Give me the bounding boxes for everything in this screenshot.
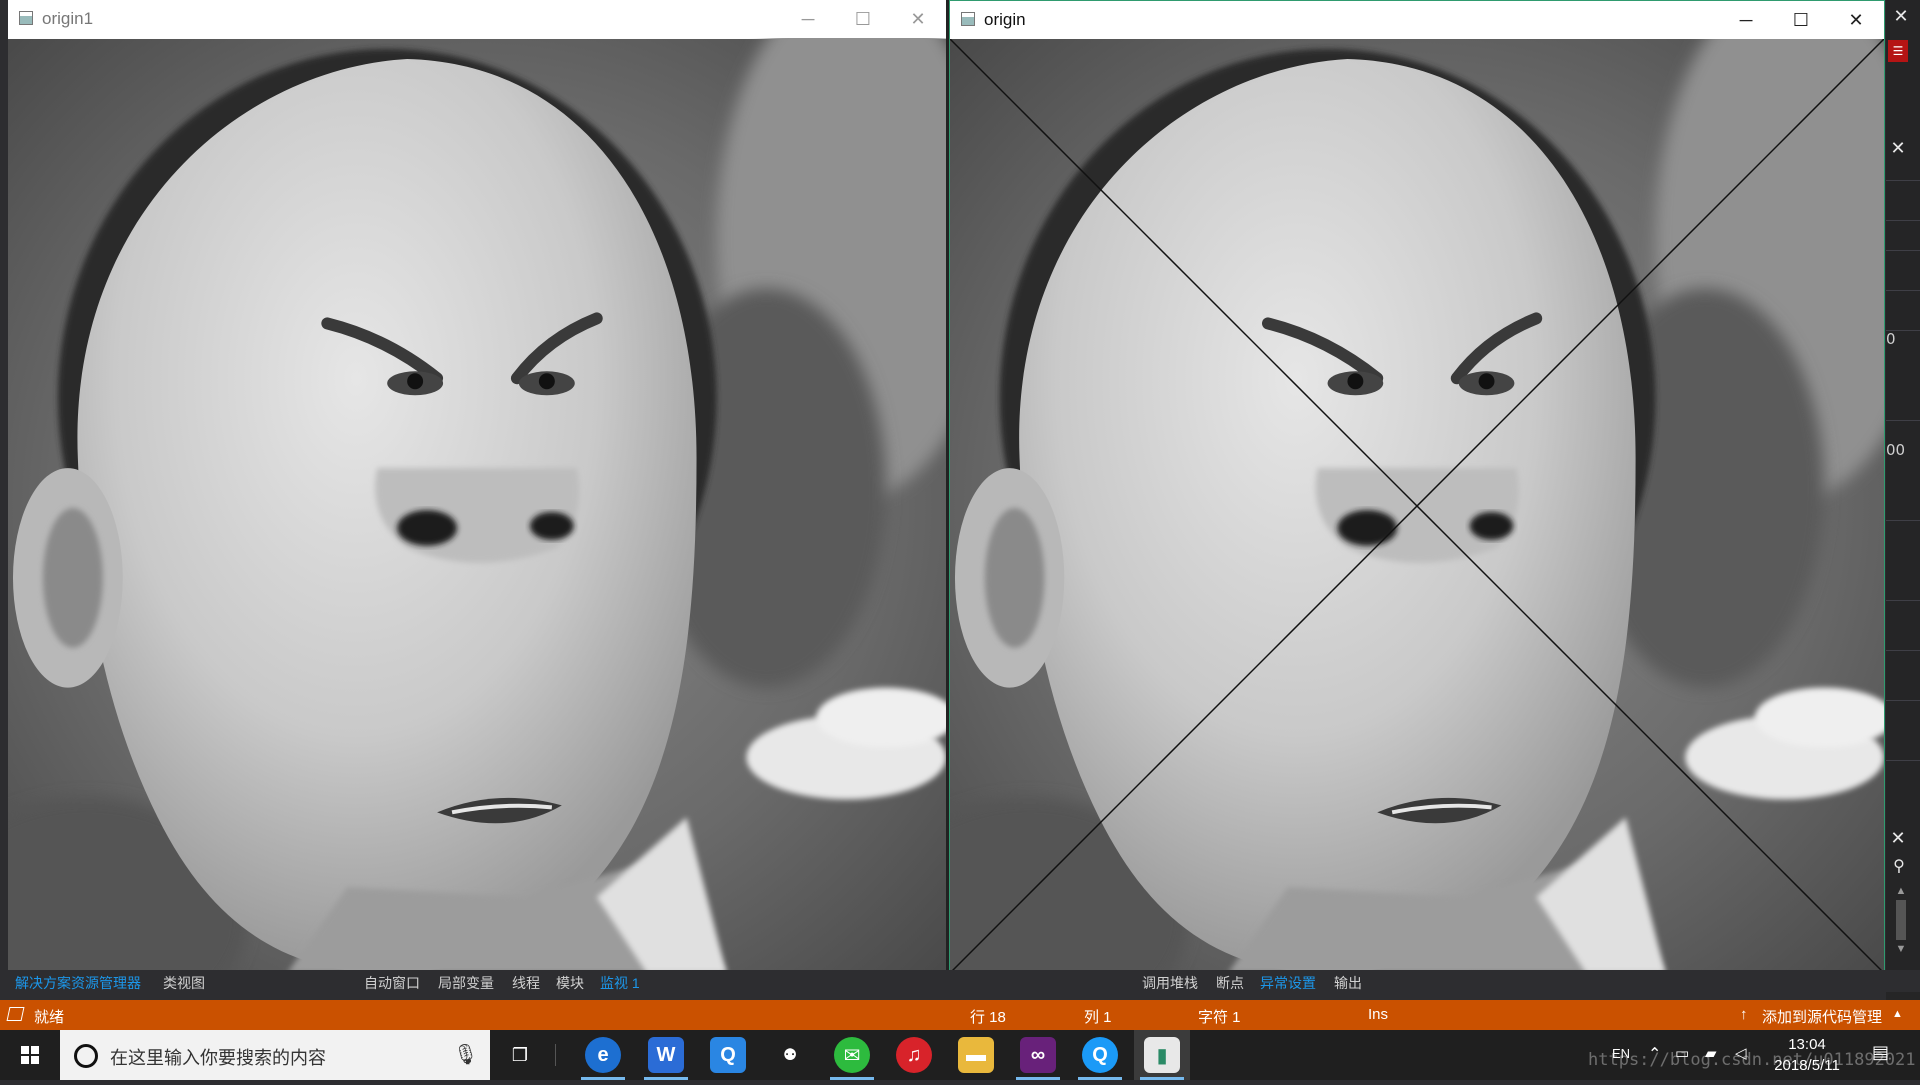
tab-output[interactable]: 输出 [1334,973,1362,993]
qq-icon[interactable]: Q [1082,1037,1118,1073]
task-view-icon[interactable]: ❐ [502,1037,538,1073]
window-title: origin [984,10,1026,29]
wechat-icon[interactable]: ✉ [834,1037,870,1073]
maximize-icon[interactable]: ☐ [1778,5,1824,35]
status-char: 字符 1 [1198,1009,1241,1026]
wps-writer-icon[interactable]: W [648,1037,684,1073]
menu-icon[interactable]: ☰ [1888,40,1908,62]
close-icon[interactable]: ✕ [895,4,941,34]
start-button[interactable] [0,1030,60,1080]
status-text: 就绪 [34,1009,65,1026]
window-titlebar[interactable]: origin ─ ☐ ✕ [950,1,1884,39]
close-icon[interactable]: ✕ [1887,138,1909,159]
image-canvas [950,39,1884,973]
minimize-icon[interactable]: ─ [785,4,831,34]
windows-logo-icon [21,1046,39,1064]
tab-solution-explorer[interactable]: 解决方案资源管理器 [15,973,141,993]
close-icon[interactable]: ✕ [1833,5,1879,35]
opencv-window-icon[interactable]: ▮ [1144,1037,1180,1073]
network-icon[interactable]: ⚉ [772,1037,808,1073]
search-placeholder: 在这里输入你要搜索的内容 [110,1048,326,1068]
tab-modules[interactable]: 模块 [556,973,584,993]
face-image [8,38,946,974]
tab-exception-settings[interactable]: 异常设置 [1260,973,1316,993]
window-title: origin1 [42,9,94,28]
status-icon [6,1007,25,1021]
source-control-button[interactable]: 添加到源代码管理 [1762,1006,1882,1027]
window-titlebar[interactable]: origin1 ─ ☐ ✕ [8,0,946,38]
close-icon[interactable]: ✕ [1890,6,1912,27]
ide-bottom-tabs: 解决方案资源管理器 类视图 自动窗口 局部变量 线程 模块 监视 1 调用堆栈 … [0,970,1920,992]
window-app-icon [19,11,33,25]
netease-music-icon[interactable]: ♫ [896,1037,932,1073]
watermark: https://blog.csdn.net/u011892021 [1588,1050,1916,1070]
gutter-number: 00 [1886,441,1906,459]
window-app-icon [961,12,975,26]
taskbar-search-box[interactable]: 在这里输入你要搜索的内容 🎙 [60,1030,490,1080]
status-insert-mode: Ins [1368,1006,1389,1023]
cortana-icon[interactable] [74,1044,98,1068]
status-bar: 就绪 行 18 列 1 字符 1 Ins ↑ 添加到源代码管理 ▲ [0,1000,1920,1030]
edge-icon[interactable]: e [585,1037,621,1073]
tab-breakpoints[interactable]: 断点 [1216,973,1244,993]
image-canvas [8,38,946,974]
tab-call-stack[interactable]: 调用堆栈 [1142,973,1198,993]
status-line: 行 18 [970,1009,1006,1026]
arrow-up-icon: ↑ [1740,1006,1748,1023]
tab-threads[interactable]: 线程 [512,973,540,993]
gutter-number: 0 [1886,330,1896,348]
file-explorer-icon[interactable]: ▬ [958,1037,994,1073]
scrollbar[interactable]: ▲ ▼ [1890,885,1912,965]
tab-watch-1[interactable]: 监视 1 [600,973,640,993]
visual-studio-icon[interactable]: ∞ [1020,1037,1056,1073]
status-column: 列 1 [1084,1009,1112,1026]
face-image [950,39,1884,973]
taskbar-divider [555,1044,556,1066]
tab-locals[interactable]: 局部变量 [438,973,494,993]
search-icon[interactable]: ⚲ [1888,856,1910,876]
maximize-icon[interactable]: ☐ [840,4,886,34]
microphone-icon[interactable]: 🎙 [453,1042,478,1067]
qq-browser-icon[interactable]: Q [710,1037,746,1073]
close-icon[interactable]: ✕ [1887,828,1909,849]
image-window-origin1[interactable]: origin1 ─ ☐ ✕ [8,0,946,974]
chevron-up-icon[interactable]: ▲ [1892,1008,1903,1020]
tab-class-view[interactable]: 类视图 [163,973,205,993]
image-window-origin[interactable]: origin ─ ☐ ✕ [949,0,1885,974]
tab-autos[interactable]: 自动窗口 [364,973,420,993]
minimize-icon[interactable]: ─ [1723,5,1769,35]
